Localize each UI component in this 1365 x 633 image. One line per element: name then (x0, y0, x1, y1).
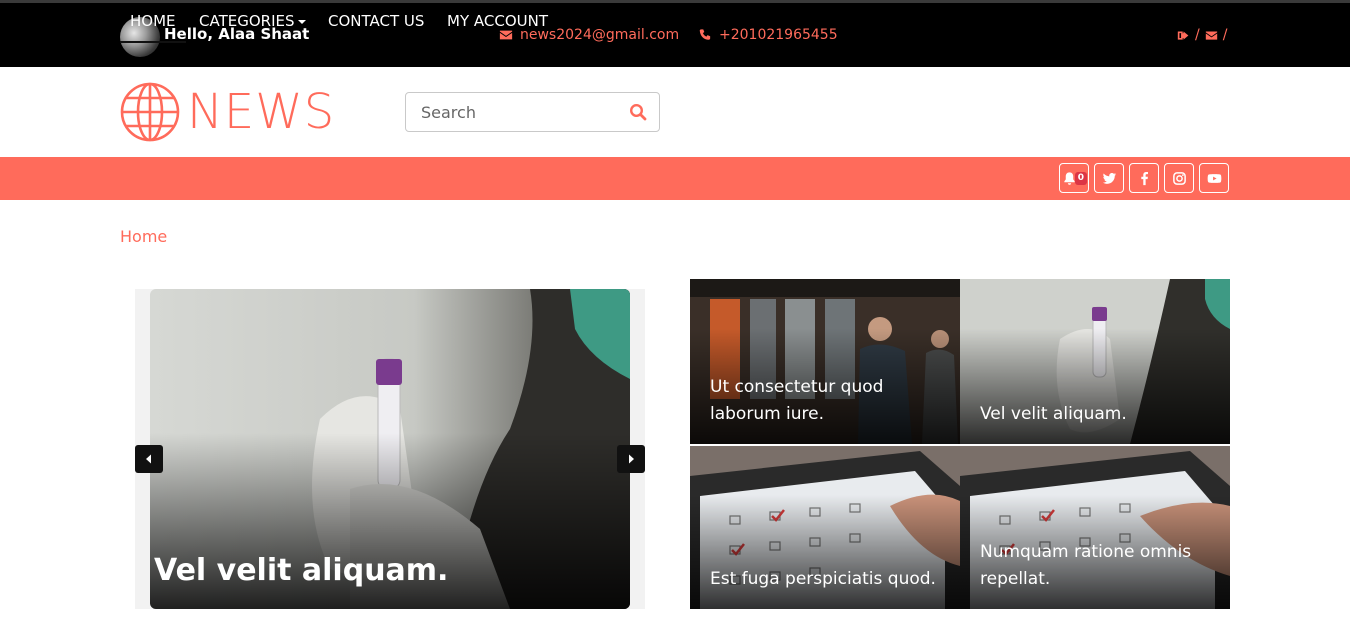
breadcrumb[interactable]: Home (120, 227, 167, 246)
tile-caption: Vel velit aliquam. (980, 404, 1127, 424)
news-tile[interactable]: Numquam ratione omnis repellat. (960, 446, 1230, 609)
youtube-link[interactable] (1199, 163, 1229, 193)
phone-contact[interactable]: +201021965455 (698, 27, 838, 43)
nav-my-account[interactable]: MY ACCOUNT (447, 0, 548, 43)
tile-caption: Ut consectetur quod laborum iure. (710, 377, 884, 424)
search-input[interactable] (407, 94, 617, 130)
nav-contact-us[interactable]: CONTACT US (328, 0, 424, 43)
featured-slider: Vel velit aliquam. (135, 289, 645, 609)
envelope-icon[interactable] (1205, 29, 1218, 42)
twitter-link[interactable] (1094, 163, 1124, 193)
tile-caption: Est fuga perspiciatis quod. (710, 569, 936, 589)
news-tile[interactable]: Vel velit aliquam. (960, 279, 1230, 444)
sign-out-icon[interactable] (1177, 29, 1190, 42)
instagram-link[interactable] (1164, 163, 1194, 193)
phone-text: +201021965455 (719, 27, 838, 43)
tile-caption: Numquam ratione omnis repellat. (980, 542, 1192, 589)
nav-contact-label: CONTACT US (328, 12, 425, 30)
search-icon[interactable] (629, 103, 647, 121)
account-links: / / (1177, 27, 1227, 43)
facebook-icon (1140, 171, 1148, 185)
instagram-icon (1172, 171, 1186, 185)
news-tile[interactable]: Ut consectetur quod laborum iure. (690, 279, 960, 444)
caret-down-icon (297, 19, 306, 24)
youtube-icon (1207, 173, 1221, 183)
search-box (405, 92, 660, 132)
notifications-button[interactable]: 0 (1059, 163, 1089, 193)
nav-categories[interactable]: CATEGORIES (199, 0, 306, 43)
chevron-right-icon (629, 454, 634, 464)
notification-count-badge: 0 (1074, 172, 1087, 185)
separator: / (1195, 27, 1200, 43)
globe-icon (120, 82, 180, 142)
news-tile[interactable]: Est fuga perspiciatis quod. (690, 446, 960, 609)
nav-account-label: MY ACCOUNT (447, 12, 548, 30)
slider-prev-button[interactable] (135, 445, 163, 473)
nav-home[interactable]: HOME (120, 0, 186, 43)
phone-icon (699, 29, 711, 40)
twitter-icon (1102, 172, 1116, 184)
logo-text: NEWS (187, 84, 336, 140)
slide-caption[interactable]: Vel velit aliquam. (154, 553, 448, 588)
facebook-link[interactable] (1129, 163, 1159, 193)
chevron-left-icon (146, 454, 151, 464)
slider-next-button[interactable] (617, 445, 645, 473)
nav-categories-label: CATEGORIES (199, 12, 295, 30)
separator: / (1222, 27, 1228, 43)
nav-home-label: HOME (130, 12, 176, 30)
site-logo[interactable]: NEWS (119, 81, 335, 143)
